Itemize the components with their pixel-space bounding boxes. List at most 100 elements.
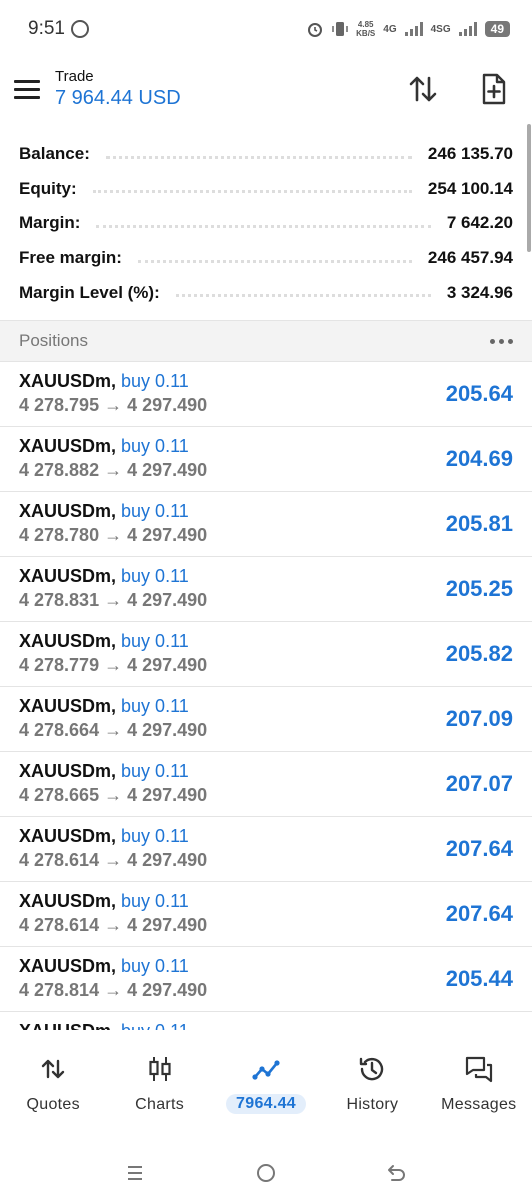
arrow-icon: → [104,915,123,935]
home-icon[interactable] [254,1161,278,1185]
position-symbol: XAUUSDm, [19,891,117,911]
nav-messages[interactable]: Messages [426,1038,532,1128]
position-profit: 207.64 [445,901,513,926]
position-symbol: XAUUSDm, [19,761,117,781]
back-icon[interactable] [385,1161,409,1185]
position-row[interactable]: XAUUSDm, buy 0.11 4 278.795 → 4 297.490 … [0,362,532,427]
positions-list: XAUUSDm, buy 0.11 4 278.795 → 4 297.490 … [0,362,532,1030]
summary-row-equity: Equity: 254 100.14 [19,178,513,198]
network-type-1: 4G [383,23,397,35]
signal-icon [404,22,423,36]
history-icon [360,1057,384,1081]
position-profit: 207.07 [445,771,513,796]
current-price: 4 297.490 [127,720,208,740]
position-side: buy 0.11 [121,436,189,456]
arrow-icon: → [104,850,123,870]
page-title: Trade [55,68,94,85]
nav-quotes-label: Quotes [26,1096,80,1113]
position-symbol: XAUUSDm, [19,436,117,456]
open-price: 4 278.779 [19,655,100,675]
position-side: buy 0.11 [121,826,189,846]
alarm-icon [308,23,323,37]
arrow-icon: → [104,395,123,415]
position-symbol: XAUUSDm, [19,1021,116,1030]
current-price: 4 297.490 [127,525,208,545]
network-speed: 4.85 KB/S [356,20,376,38]
nav-history-label: History [346,1096,399,1113]
position-row[interactable]: XAUUSDm, buy 0.11 4 278.831 → 4 297.490 … [0,557,532,622]
arrow-icon: → [104,980,123,1000]
signal-icon-2 [458,22,477,36]
current-price: 4 297.490 [127,850,208,870]
current-price: 4 297.490 [127,785,208,805]
vibrate-icon [332,22,348,36]
position-side: buy 0.11 [121,631,189,651]
nav-trade-label: 7964.44 [226,1094,306,1114]
position-row[interactable]: XAUUSDm, buy 0.11 4 278.779 → 4 297.490 … [0,622,532,687]
position-symbol: XAUUSDm, [19,501,117,521]
bottom-nav: Quotes Charts 7964.44 History Messages [0,1038,532,1128]
quotes-icon [42,1059,65,1079]
arrow-icon: → [104,720,123,740]
open-price: 4 278.614 [19,850,100,870]
position-symbol: XAUUSDm, [19,371,117,391]
arrow-icon: → [104,655,123,675]
nav-charts-label: Charts [135,1096,185,1113]
open-price: 4 278.665 [19,785,100,805]
position-row[interactable]: XAUUSDm, buy 0.11 4 278.665 → 4 297.490 … [0,752,532,817]
position-row[interactable]: XAUUSDm, buy 0.11 4 278.614 → 4 297.490 … [0,882,532,947]
current-price: 4 297.490 [127,590,208,610]
open-price: 4 278.814 [19,980,100,1000]
status-time: 9:51 [28,18,65,39]
position-symbol: XAUUSDm, [19,566,117,586]
position-side: buy 0.11 [121,761,189,781]
position-side: buy 0.11 [121,371,189,391]
whatsapp-icon [70,20,89,38]
summary-row-free-margin: Free margin: 246 457.94 [19,248,513,268]
position-profit: 207.09 [445,706,513,731]
position-row[interactable]: XAUUSDm, buy 0.11 4 278.664 → 4 297.490 … [0,687,532,752]
network-type-2: 4SG [430,23,451,35]
charts-icon [149,1057,171,1081]
position-side: buy 0.11 [121,1021,189,1030]
nav-quotes[interactable]: Quotes [0,1038,106,1128]
position-side: buy 0.11 [121,501,189,521]
position-symbol: XAUUSDm, [19,956,117,976]
position-profit: 205.82 [445,641,513,666]
messages-icon [465,1056,492,1083]
more-options-icon[interactable] [490,338,513,344]
current-price: 4 297.490 [127,915,208,935]
menu-icon[interactable] [14,79,40,99]
position-row[interactable]: XAUUSDm, buy 0.11 [0,1012,532,1030]
status-bar: 9:51 4.85 KB/S 4G 4SG 49 [0,0,532,58]
summary-row-margin: Margin: 7 642.20 [19,213,513,233]
new-order-icon[interactable] [476,72,510,106]
battery-icon: 49 [484,21,510,37]
position-row[interactable]: XAUUSDm, buy 0.11 4 278.882 → 4 297.490 … [0,427,532,492]
positions-header: Positions [0,320,532,362]
system-nav [0,1146,532,1200]
app-header: Trade 7 964.44 USD [0,58,532,120]
current-price: 4 297.490 [127,980,208,1000]
position-profit: 205.81 [445,511,513,536]
position-profit: 205.25 [445,576,513,601]
nav-charts[interactable]: Charts [106,1038,212,1128]
current-price: 4 297.490 [127,395,208,415]
position-row[interactable]: XAUUSDm, buy 0.11 4 278.814 → 4 297.490 … [0,947,532,1012]
current-price: 4 297.490 [127,460,208,480]
arrow-icon: → [104,785,123,805]
position-side: buy 0.11 [121,566,189,586]
position-profit: 207.64 [445,836,513,861]
sort-icon[interactable] [406,72,440,106]
nav-history[interactable]: History [319,1038,425,1128]
position-row[interactable]: XAUUSDm, buy 0.11 4 278.614 → 4 297.490 … [0,817,532,882]
arrow-icon: → [104,590,123,610]
position-profit: 205.64 [445,381,513,406]
position-row[interactable]: XAUUSDm, buy 0.11 4 278.780 → 4 297.490 … [0,492,532,557]
position-side: buy 0.11 [121,891,189,911]
trade-icon [252,1060,280,1080]
nav-trade[interactable]: 7964.44 [213,1038,319,1128]
position-profit: 205.44 [445,966,513,991]
recent-apps-icon[interactable] [123,1161,147,1185]
account-summary: Balance: 246 135.70 Equity: 254 100.14 Mar… [0,137,532,310]
